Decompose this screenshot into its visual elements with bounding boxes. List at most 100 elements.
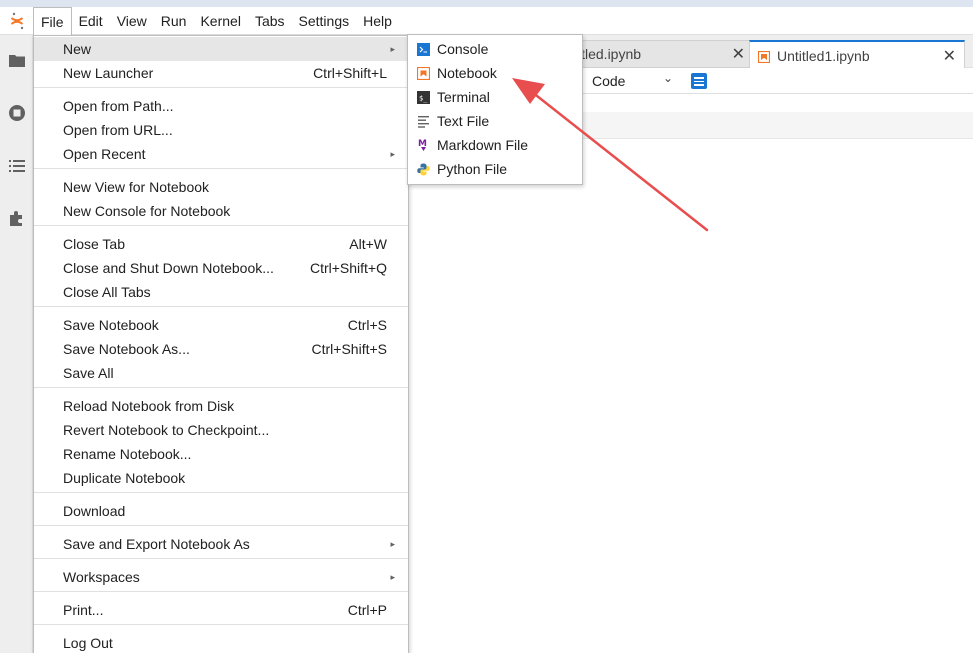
jupyter-logo-icon [0,7,33,35]
menu-item-label: Close and Shut Down Notebook... [63,260,274,276]
new-markdown-file-label: Markdown File [437,137,529,153]
file-menu-item-close-tab[interactable]: Close Tab Alt+W [34,232,408,256]
new-submenu: Console Notebook $_ Terminal Text File M… [407,34,583,185]
file-menu-item-revert-notebook-to-checkpoint[interactable]: Revert Notebook to Checkpoint... [34,418,408,442]
menu-item-label: Duplicate Notebook [63,470,186,486]
new-notebook-item[interactable]: Notebook [408,61,582,85]
file-menu-item-workspaces[interactable]: Workspaces ▸ [34,565,408,589]
file-menu-item-close-all-tabs[interactable]: Close All Tabs [34,280,408,304]
menu-item-shortcut: Ctrl+S [347,317,387,333]
menu-item-label: Save Notebook [63,317,159,333]
menu-kernel[interactable]: Kernel [193,7,247,35]
table-of-contents-icon[interactable] [6,155,27,176]
menu-edit[interactable]: Edit [72,7,110,35]
file-menu-item-close-and-shut-down-notebook[interactable]: Close and Shut Down Notebook... Ctrl+Shif… [34,256,408,280]
tab-untitled1[interactable]: Untitled1.ipynb ✕ [749,40,965,69]
cell-type-select[interactable]: Code [592,73,625,89]
python-file-icon [416,162,430,176]
menu-item-label: Download [63,503,126,519]
close-icon[interactable]: ✕ [732,44,745,64]
menu-separator [34,168,408,169]
menu-item-label: Log Out [63,635,113,651]
menu-item-label: Save and Export Notebook As [63,536,250,552]
new-terminal-label: Terminal [437,89,490,105]
notebook-icon [757,50,771,63]
menu-file[interactable]: File [33,6,72,36]
file-menu-item-rename-notebook[interactable]: Rename Notebook... [34,442,408,466]
new-console-label: Console [437,41,489,57]
menu-help[interactable]: Help [356,7,399,35]
left-sidebar [0,35,33,653]
menu-item-shortcut: Ctrl+Shift+S [311,341,387,357]
new-markdown-file-item[interactable]: M Markdown File [408,133,582,157]
chevron-right-icon: ▸ [390,538,395,549]
menu-tabs[interactable]: Tabs [248,7,292,35]
menu-item-label: Workspaces [63,569,140,585]
new-python-file-item[interactable]: Python File [408,157,582,181]
file-menu-item-log-out[interactable]: Log Out [34,631,408,653]
chevron-right-icon: ▸ [390,571,395,582]
file-menu-item-open-from-path[interactable]: Open from Path... [34,94,408,118]
new-terminal-item[interactable]: $_ Terminal [408,85,582,109]
menu-separator [34,387,408,388]
new-text-file-item[interactable]: Text File [408,109,582,133]
menu-item-label: New Launcher [63,65,154,81]
property-inspector-icon[interactable] [691,73,707,89]
menu-item-label: Close All Tabs [63,284,151,300]
file-menu: New ▸ New Launcher Ctrl+Shift+L Open from Pa… [33,35,409,653]
tab-label: itled.ipynb [578,46,642,62]
new-text-file-label: Text File [437,113,490,129]
close-icon[interactable]: ✕ [943,46,956,66]
menu-item-shortcut: Ctrl+Shift+Q [309,260,387,276]
menu-item-label: Open from Path... [63,98,174,114]
file-menu-item-save-notebook[interactable]: Save Notebook Ctrl+S [34,313,408,337]
menu-separator [34,306,408,307]
chevron-right-icon: ▸ [390,148,395,159]
menu-separator [34,525,408,526]
file-menu-item-save-all[interactable]: Save All [34,361,408,385]
file-menu-item-open-from-url[interactable]: Open from URL... [34,118,408,142]
file-menu-item-new-launcher[interactable]: New Launcher Ctrl+Shift+L [34,61,408,85]
terminal-icon: $_ [416,90,430,104]
chevron-down-icon[interactable]: ⌄ [663,71,673,85]
menu-run[interactable]: Run [154,7,194,35]
console-icon [416,42,430,56]
menu-item-label: Reload Notebook from Disk [63,398,235,414]
text-file-icon [416,114,430,128]
menu-separator [34,624,408,625]
menu-separator [34,558,408,559]
extensions-puzzle-icon[interactable] [6,208,27,229]
new-console-item[interactable]: Console [408,37,582,61]
file-menu-item-reload-notebook-from-disk[interactable]: Reload Notebook from Disk [34,394,408,418]
menu-separator [34,225,408,226]
new-python-file-label: Python File [437,161,508,177]
file-menu-item-new-console-for-notebook[interactable]: New Console for Notebook [34,199,408,223]
svg-text:$_: $_ [419,94,428,102]
menu-item-label: Open Recent [63,146,146,162]
menu-view[interactable]: View [110,7,154,35]
running-kernels-icon[interactable] [6,102,27,123]
file-menu-item-new[interactable]: New ▸ [34,37,408,61]
menu-item-label: New Console for Notebook [63,203,231,219]
menu-settings[interactable]: Settings [292,7,357,35]
menu-item-shortcut: Ctrl+Shift+L [313,65,387,81]
folder-icon[interactable] [6,49,27,70]
file-menu-item-download[interactable]: Download [34,499,408,523]
file-menu-item-duplicate-notebook[interactable]: Duplicate Notebook [34,466,408,490]
file-menu-item-save-and-export-notebook-as[interactable]: Save and Export Notebook As ▸ [34,532,408,556]
file-menu-item-save-notebook-as[interactable]: Save Notebook As... Ctrl+Shift+S [34,337,408,361]
file-menu-item-new-view-for-notebook[interactable]: New View for Notebook [34,175,408,199]
menu-item-label: Close Tab [63,236,126,252]
file-menu-item-print[interactable]: Print... Ctrl+P [34,598,408,622]
menu-separator [34,87,408,88]
menu-item-label: New [63,41,92,57]
menu-item-label: Print... [63,602,104,618]
tab-label: Untitled1.ipynb [777,47,870,64]
menu-item-shortcut: Ctrl+P [347,602,387,618]
menu-separator [34,591,408,592]
markdown-file-icon: M [416,138,430,152]
menu-item-label: Rename Notebook... [63,446,192,462]
file-menu-item-open-recent[interactable]: Open Recent ▸ [34,142,408,166]
notebook-icon [416,66,430,80]
menu-item-shortcut: Alt+W [349,236,387,252]
